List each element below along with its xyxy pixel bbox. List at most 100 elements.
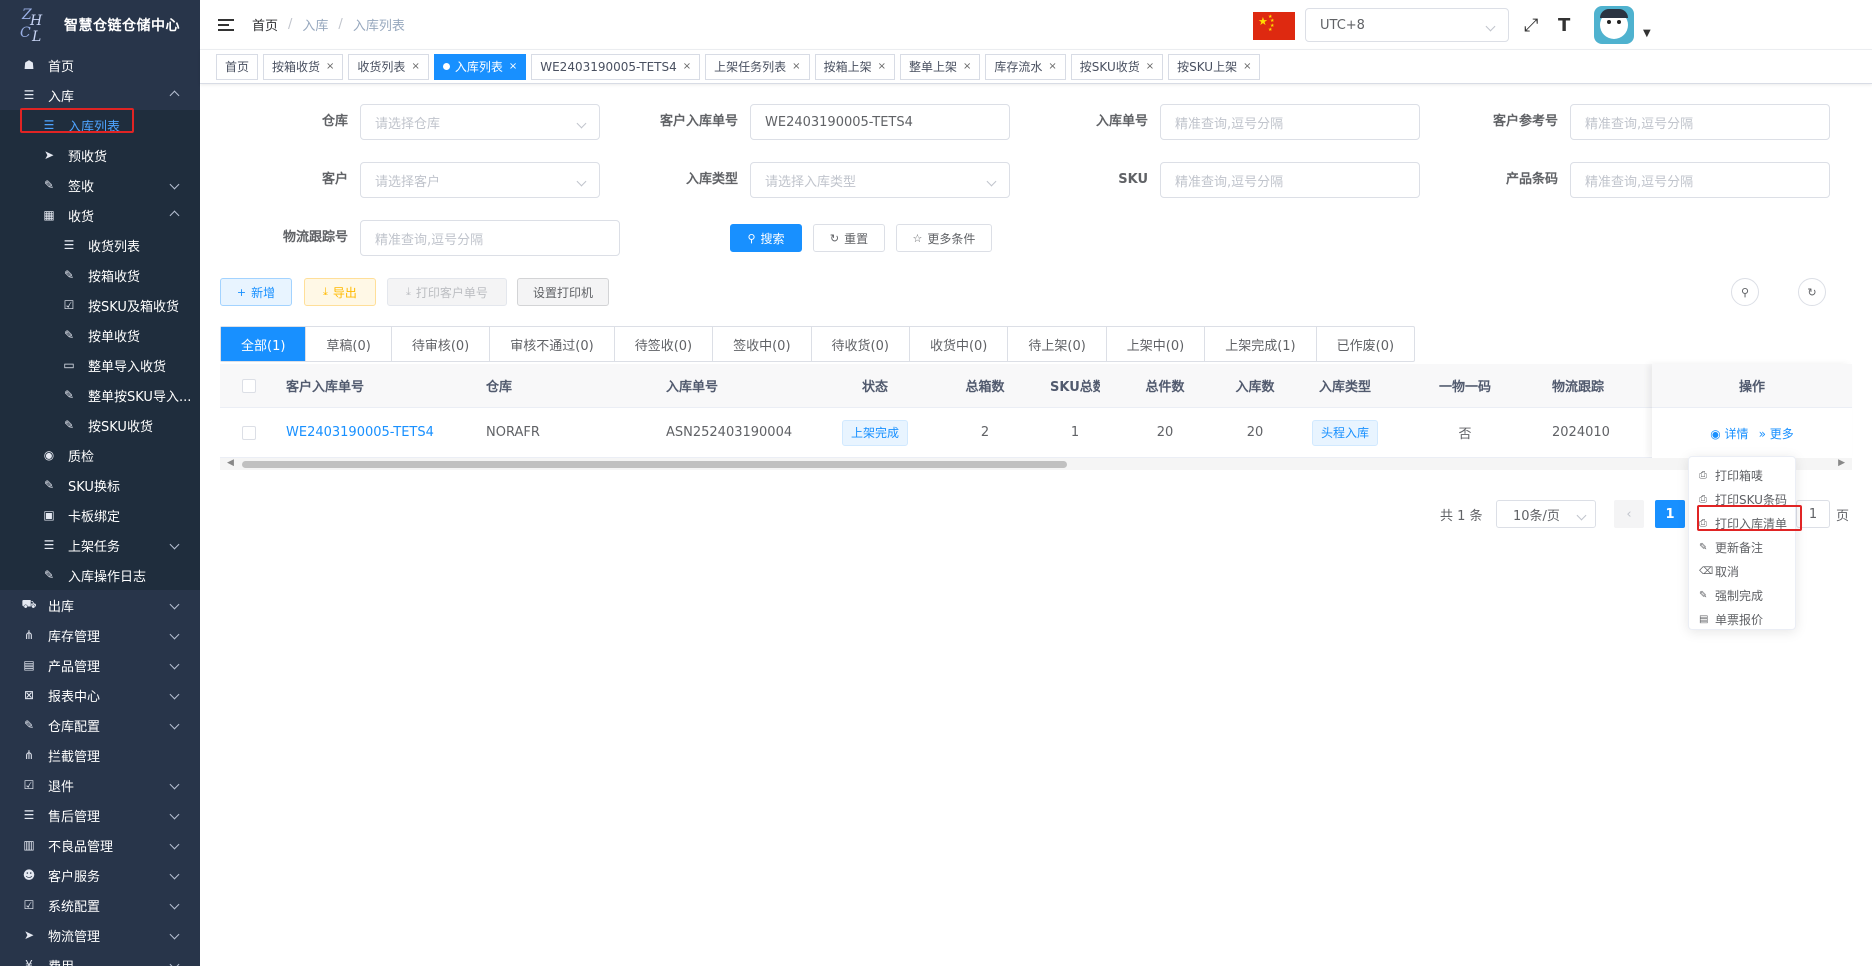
sidebar-item-29[interactable]: ➤ 物流管理: [0, 920, 200, 950]
close-icon[interactable]: ×: [1243, 61, 1251, 72]
close-icon[interactable]: ×: [963, 61, 971, 72]
sidebar-item-7[interactable]: ✎ 按箱收货: [0, 260, 200, 290]
print-customer-no-button[interactable]: ⤓ 打印客户单号: [387, 278, 507, 306]
goto-page-input[interactable]: 1: [1796, 500, 1830, 528]
page-size-select[interactable]: 10条/页: [1496, 500, 1596, 528]
caret-down-icon[interactable]: ▼: [1643, 28, 1651, 39]
sidebar-item-19[interactable]: ⋔ 库存管理: [0, 620, 200, 650]
sidebar-item-28[interactable]: ☑ 系统配置: [0, 890, 200, 920]
prev-page-icon[interactable]: ‹: [1614, 500, 1644, 528]
dropdown-item-3[interactable]: ✎ 更新备注: [1689, 535, 1795, 559]
more-conditions-button[interactable]: ☆ 更多条件: [896, 224, 992, 252]
dropdown-item-5[interactable]: ✎ 强制完成: [1689, 583, 1795, 607]
warehouse-select[interactable]: 请选择仓库: [360, 104, 600, 140]
status-tab-9[interactable]: 上架中(0): [1107, 327, 1206, 361]
status-tab-1[interactable]: 草稿(0): [306, 327, 392, 361]
tag-8[interactable]: 库存流水 ×: [985, 53, 1066, 80]
status-tab-10[interactable]: 上架完成(1): [1205, 327, 1317, 361]
sidebar-item-22[interactable]: ✎ 仓库配置: [0, 710, 200, 740]
breadcrumb-inbound[interactable]: 入库: [302, 15, 328, 34]
sidebar-item-5[interactable]: ▦ 收货: [0, 200, 200, 230]
status-tab-8[interactable]: 待上架(0): [1008, 327, 1107, 361]
more-link[interactable]: » 更多: [1759, 425, 1794, 442]
sidebar-item-23[interactable]: ⋔ 拦截管理: [0, 740, 200, 770]
timezone-select[interactable]: UTC+8: [1305, 8, 1509, 42]
sidebar-item-3[interactable]: ➤ 预收货: [0, 140, 200, 170]
sidebar-item-6[interactable]: ☰ 收货列表: [0, 230, 200, 260]
inbound-type-select[interactable]: 请选择入库类型: [750, 162, 1010, 198]
page-1-button[interactable]: 1: [1655, 500, 1685, 528]
sidebar-item-13[interactable]: ◉ 质检: [0, 440, 200, 470]
sidebar-item-8[interactable]: ☑ 按SKU及箱收货: [0, 290, 200, 320]
status-tab-0[interactable]: 全部(1): [221, 327, 307, 361]
close-icon[interactable]: ×: [683, 61, 691, 72]
tag-5[interactable]: 上架任务列表 ×: [705, 53, 810, 80]
sidebar-item-17[interactable]: ✎ 入库操作日志: [0, 560, 200, 590]
customer-order-input[interactable]: WE2403190005-TETS4: [750, 104, 1010, 140]
sidebar-item-25[interactable]: ☰ 售后管理: [0, 800, 200, 830]
tag-0[interactable]: 首页: [216, 53, 259, 80]
tag-6[interactable]: 按箱上架 ×: [814, 53, 895, 80]
tag-3[interactable]: 入库列表 ×: [433, 53, 527, 80]
dropdown-item-1[interactable]: ⎙ 打印SKU条码: [1689, 487, 1795, 511]
status-tab-5[interactable]: 签收中(0): [713, 327, 812, 361]
status-tab-6[interactable]: 待收货(0): [812, 327, 910, 361]
tag-1[interactable]: 按箱收货 ×: [263, 53, 344, 80]
dropdown-item-4[interactable]: ⌫ 取消: [1689, 559, 1795, 583]
sidebar-item-27[interactable]: ☻ 客户服务: [0, 860, 200, 890]
sidebar-item-9[interactable]: ✎ 按单收货: [0, 320, 200, 350]
sidebar-item-11[interactable]: ✎ 整单按SKU导入...: [0, 380, 200, 410]
sidebar-item-15[interactable]: ▣ 卡板绑定: [0, 500, 200, 530]
scroll-right-icon[interactable]: ▶: [1838, 458, 1845, 468]
sidebar-item-26[interactable]: ▥ 不良品管理: [0, 830, 200, 860]
close-icon[interactable]: ×: [1146, 61, 1154, 72]
tag-9[interactable]: 按SKU收货 ×: [1070, 53, 1164, 80]
status-tab-4[interactable]: 待签收(0): [615, 327, 714, 361]
tag-4[interactable]: WE2403190005-TETS4 ×: [531, 53, 701, 80]
close-icon[interactable]: ×: [326, 61, 334, 72]
font-size-icon[interactable]: T: [1558, 15, 1570, 36]
dropdown-item-0[interactable]: ⎙ 打印箱唛: [1689, 463, 1795, 487]
sidebar-item-14[interactable]: ✎ SKU换标: [0, 470, 200, 500]
sidebar-item-21[interactable]: ⊠ 报表中心: [0, 680, 200, 710]
breadcrumb-home[interactable]: 首页: [252, 15, 278, 34]
sidebar-item-2[interactable]: ☰ 入库列表: [0, 110, 200, 140]
status-tab-11[interactable]: 已作废(0): [1317, 327, 1414, 361]
close-icon[interactable]: ×: [878, 61, 886, 72]
close-icon[interactable]: ×: [509, 61, 517, 72]
sidebar-item-30[interactable]: ¥ 费用: [0, 950, 200, 966]
sidebar-item-0[interactable]: ☗ 首页: [0, 50, 200, 80]
scroll-left-icon[interactable]: ◀: [227, 458, 234, 468]
avatar[interactable]: [1594, 6, 1634, 44]
status-tab-2[interactable]: 待审核(0): [392, 327, 491, 361]
sidebar-item-20[interactable]: ▤ 产品管理: [0, 650, 200, 680]
sidebar-item-24[interactable]: ☑ 退件: [0, 770, 200, 800]
customer-select[interactable]: 请选择客户: [360, 162, 600, 198]
sidebar-item-12[interactable]: ✎ 按SKU收货: [0, 410, 200, 440]
status-tab-7[interactable]: 收货中(0): [910, 327, 1009, 361]
set-printer-button[interactable]: 设置打印机: [517, 278, 609, 306]
row-checkbox[interactable]: [242, 425, 256, 440]
china-flag-icon[interactable]: ★ ★ ★ ★ ★: [1253, 12, 1295, 40]
inbound-no-input[interactable]: 精准查询,逗号分隔: [1160, 104, 1420, 140]
sidebar-item-10[interactable]: ▭ 整单导入收货: [0, 350, 200, 380]
reset-button[interactable]: ↻ 重置: [813, 224, 885, 252]
sidebar-item-16[interactable]: ☰ 上架任务: [0, 530, 200, 560]
sidebar-item-4[interactable]: ✎ 签收: [0, 170, 200, 200]
sidebar-item-18[interactable]: ⛟ 出库: [0, 590, 200, 620]
export-button[interactable]: ⤓ 导出: [304, 278, 376, 306]
barcode-input[interactable]: 精准查询,逗号分隔: [1570, 162, 1830, 198]
tag-10[interactable]: 按SKU上架 ×: [1168, 53, 1261, 80]
customer-ref-input[interactable]: 精准查询,逗号分隔: [1570, 104, 1830, 140]
horizontal-scrollbar[interactable]: ◀ ▶: [220, 458, 1852, 470]
cell-customer-order[interactable]: WE2403190005-TETS4: [280, 425, 480, 440]
tag-7[interactable]: 整单上架 ×: [899, 53, 981, 80]
close-icon[interactable]: ×: [411, 61, 419, 72]
detail-link[interactable]: ◉ 详情: [1710, 425, 1748, 442]
close-icon[interactable]: ×: [1048, 61, 1056, 72]
search-button[interactable]: ⚲ 搜索: [730, 224, 802, 252]
scrollbar-thumb[interactable]: [242, 461, 1067, 468]
menu-toggle-icon[interactable]: [218, 18, 234, 31]
tag-2[interactable]: 收货列表 ×: [348, 53, 429, 80]
search-toggle-icon[interactable]: ⚲: [1731, 278, 1759, 306]
